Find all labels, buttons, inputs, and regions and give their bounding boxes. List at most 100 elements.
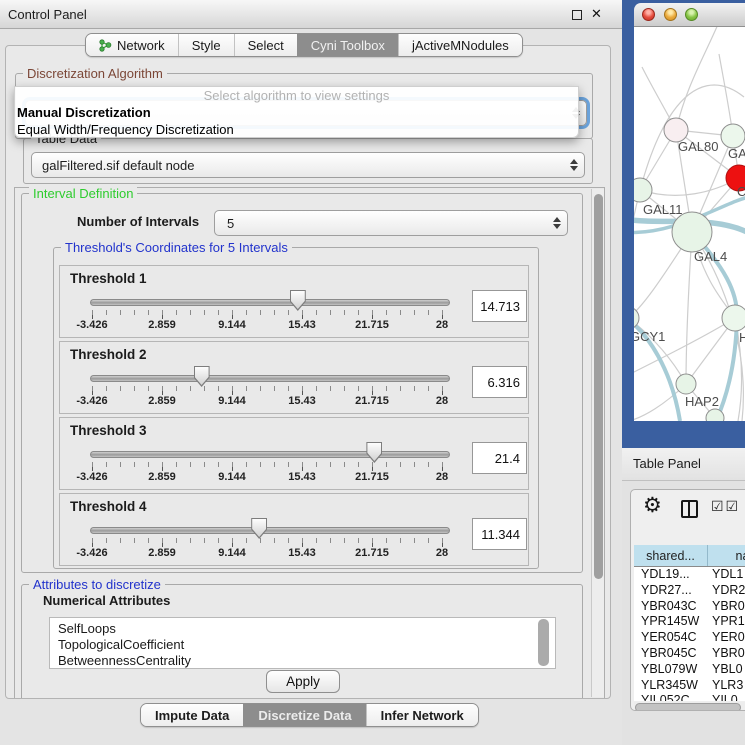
node-attribute-table: shared... na YDL19...YDL1YDR27...YDR2YBR… <box>634 545 745 701</box>
scrollbar-thumb[interactable] <box>635 703 741 711</box>
minimize-traffic-light-icon[interactable] <box>664 8 677 21</box>
zoom-traffic-light-icon[interactable] <box>685 8 698 21</box>
cell-shared-name[interactable]: YDL19... <box>634 567 708 583</box>
cell-name[interactable]: YIL0 <box>708 693 745 701</box>
table-row[interactable]: YDL19...YDL1 <box>634 567 745 583</box>
tick-label: 9.144 <box>218 319 246 331</box>
threshold-2-panel: Threshold 2 -3.4262.8599.14415.4321.7152… <box>59 341 529 414</box>
cell-name[interactable]: YBL0 <box>708 662 745 678</box>
slider-track[interactable] <box>90 299 450 306</box>
tab-impute-data[interactable]: Impute Data <box>141 704 243 726</box>
close-icon[interactable]: ✕ <box>591 6 602 22</box>
cell-shared-name[interactable]: YPR145W <box>634 614 708 630</box>
table-row[interactable]: YBL079WYBL0 <box>634 662 745 678</box>
apply-button[interactable]: Apply <box>266 670 340 693</box>
cell-name[interactable]: YBR0 <box>708 599 745 615</box>
slider-thumb[interactable] <box>366 442 382 463</box>
tick-label: 9.144 <box>218 547 246 559</box>
threshold-1-value-field[interactable] <box>472 290 527 322</box>
attribute-item[interactable]: BetweennessCentrality <box>58 653 555 669</box>
cell-name[interactable]: YBR0 <box>708 646 745 662</box>
node-gal4 <box>672 212 712 252</box>
vertical-scrollbar[interactable] <box>591 189 604 697</box>
attribute-item[interactable]: SelfLoops <box>58 621 555 637</box>
cell-name[interactable]: YLR3 <box>708 678 745 694</box>
network-icon <box>99 39 112 52</box>
table-data-combobox[interactable]: galFiltered.sif default node <box>31 152 585 178</box>
slider-thumb[interactable] <box>251 518 267 539</box>
slider-thumb[interactable] <box>194 366 210 387</box>
column-header-name[interactable]: na <box>708 545 745 566</box>
tab-network[interactable]: Network <box>86 34 178 56</box>
table-row[interactable]: YIL052CYIL0 <box>634 693 745 701</box>
node-label-gal11: GAL11 <box>643 202 683 217</box>
number-of-intervals-combobox[interactable]: 5 <box>214 210 568 236</box>
table-row[interactable]: YLR345WYLR3 <box>634 678 745 694</box>
columns-icon[interactable] <box>681 500 698 518</box>
threshold-3-value-field[interactable] <box>472 442 527 474</box>
select-columns-checkboxes-icon[interactable]: ☑☑ <box>711 498 740 515</box>
list-scrollbar-thumb[interactable] <box>538 619 549 666</box>
threshold-4-panel: Threshold 4 -3.4262.8599.14415.4321.7152… <box>59 493 529 566</box>
number-of-intervals-value: 5 <box>225 216 234 231</box>
threshold-2-value-field[interactable] <box>472 366 527 398</box>
tick-label: 2.859 <box>148 547 176 559</box>
cell-shared-name[interactable]: YBR045C <box>634 646 708 662</box>
attributes-group-title: Attributes to discretize <box>29 577 165 592</box>
cell-shared-name[interactable]: YDR27... <box>634 583 708 599</box>
dropdown-prompt: Select algorithm to view settings <box>15 87 578 104</box>
numerical-attributes-list[interactable]: SelfLoopsTopologicalCoefficientBetweenne… <box>49 617 556 669</box>
tick-label: 9.144 <box>218 395 246 407</box>
horizontal-scrollbar[interactable] <box>634 702 745 711</box>
tick-label: 15.43 <box>288 471 316 483</box>
tab-cyni-toolbox[interactable]: Cyni Toolbox <box>297 34 398 56</box>
threshold-4-value-field[interactable] <box>472 518 527 550</box>
table-row[interactable]: YER054CYER0 <box>634 630 745 646</box>
tick-label: -3.426 <box>76 395 107 407</box>
tab-jactivemnodules[interactable]: jActiveMNodules <box>398 34 522 56</box>
node-hap2 <box>676 374 696 394</box>
attribute-item[interactable]: TopologicalCoefficient <box>58 637 555 653</box>
scrollbar-thumb[interactable] <box>594 194 603 579</box>
table-row[interactable]: YDR27...YDR2 <box>634 583 745 599</box>
tick-label: 21.715 <box>355 547 389 559</box>
table-row[interactable]: YBR043CYBR0 <box>634 599 745 615</box>
slider-track[interactable] <box>90 527 450 534</box>
cell-name[interactable]: YDR2 <box>708 583 745 599</box>
cell-shared-name[interactable]: YBR043C <box>634 599 708 615</box>
gear-icon[interactable]: ⚙ <box>643 493 662 518</box>
tick-label: 15.43 <box>288 395 316 407</box>
cyni-toolbox-panel: Discretization Algorithm Select algorith… <box>5 45 611 699</box>
tick-label: 28 <box>436 395 448 407</box>
column-header-shared-name[interactable]: shared... <box>634 545 708 566</box>
tab-infer-network[interactable]: Infer Network <box>366 704 478 726</box>
slider-minor-ticks <box>92 386 444 391</box>
node-label-partial-mid: C <box>737 184 745 199</box>
tab-style[interactable]: Style <box>178 34 234 56</box>
network-canvas[interactable]: GAL80 GA GAL11 C GAL4 GCY1 H HAP2 <box>634 27 745 421</box>
slider-track[interactable] <box>90 451 450 458</box>
table-row[interactable]: YPR145WYPR1 <box>634 614 745 630</box>
cell-name[interactable]: YER0 <box>708 630 745 646</box>
cell-shared-name[interactable]: YIL052C <box>634 693 708 701</box>
cell-shared-name[interactable]: YER054C <box>634 630 708 646</box>
cell-name[interactable]: YPR1 <box>708 614 745 630</box>
dropdown-option-manual[interactable]: Manual Discretization <box>15 104 578 121</box>
float-window-icon[interactable] <box>572 10 582 20</box>
cell-shared-name[interactable]: YLR345W <box>634 678 708 694</box>
dropdown-option-equal-width[interactable]: Equal Width/Frequency Discretization <box>15 121 578 138</box>
close-traffic-light-icon[interactable] <box>642 8 655 21</box>
cell-name[interactable]: YDL1 <box>708 567 745 583</box>
tab-discretize-data[interactable]: Discretize Data <box>243 704 365 726</box>
table-data-value: galFiltered.sif default node <box>42 158 194 173</box>
interval-definition-title: Interval Definition <box>29 186 137 201</box>
numerical-attributes-label: Numerical Attributes <box>43 593 170 608</box>
table-row[interactable]: YBR045CYBR0 <box>634 646 745 662</box>
slider-thumb[interactable] <box>290 290 306 311</box>
slider-tick-labels: -3.4262.8599.14415.4321.71528 <box>60 547 528 561</box>
tab-select[interactable]: Select <box>234 34 297 56</box>
algorithm-dropdown-popup: Select algorithm to view settings Manual… <box>14 86 579 138</box>
cell-shared-name[interactable]: YBL079W <box>634 662 708 678</box>
slider-track[interactable] <box>90 375 450 382</box>
tick-label: 28 <box>436 319 448 331</box>
